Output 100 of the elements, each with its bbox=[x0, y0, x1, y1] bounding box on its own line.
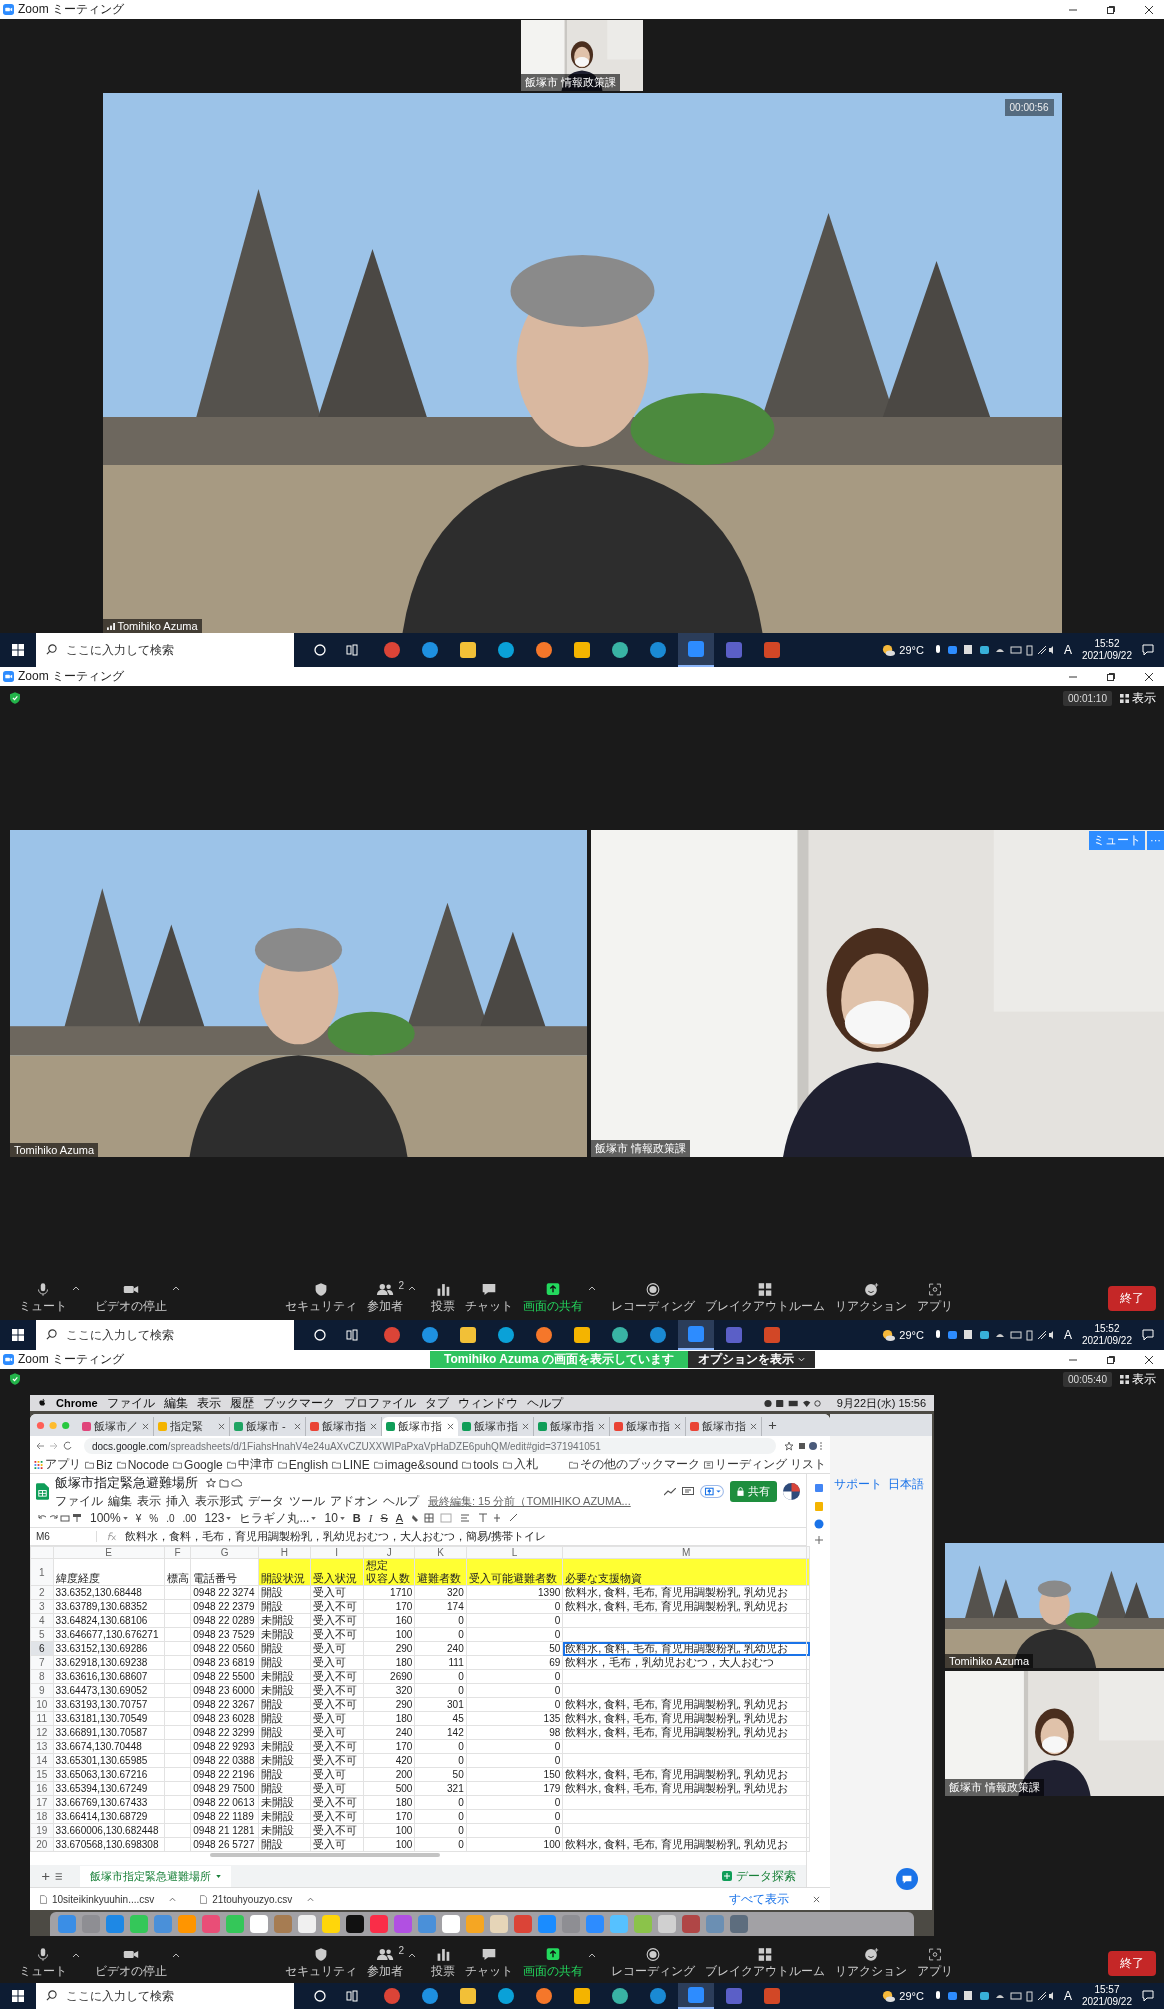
toolbar-button[interactable]: セキュリティ bbox=[280, 1946, 362, 1980]
caret-icon[interactable] bbox=[72, 1286, 80, 1291]
toolbar-button[interactable]: 投票 bbox=[426, 1281, 460, 1315]
explore-button[interactable]: データ探索 bbox=[722, 1867, 796, 1885]
notification-icon[interactable] bbox=[1142, 1329, 1154, 1341]
side-panel-icons-drawing[interactable] bbox=[813, 1484, 824, 1544]
avatar-icon[interactable] bbox=[783, 1483, 800, 1500]
view-button[interactable]: 表示 bbox=[1120, 689, 1156, 707]
browser-tab[interactable]: 飯塚市指 bbox=[686, 1417, 762, 1436]
toolbar-button[interactable]: ミュート bbox=[14, 1946, 72, 1980]
bookmark[interactable]: 中津市 bbox=[226, 1456, 274, 1473]
input-mode[interactable]: A bbox=[1063, 643, 1072, 657]
menu-item[interactable]: 挿入 bbox=[166, 1492, 190, 1510]
format-button[interactable]: ヒラギノ丸... bbox=[239, 1509, 317, 1527]
circle-icon[interactable] bbox=[314, 644, 326, 656]
sheet-tab[interactable]: 飯塚市指定緊急避難場所 bbox=[80, 1865, 231, 1887]
toolbar-button[interactable]: レコーディング bbox=[606, 1281, 700, 1315]
view-button[interactable]: 表示 bbox=[1120, 1370, 1156, 1388]
toolbar-button[interactable]: 画面の共有 bbox=[518, 1946, 588, 1980]
shield-icon[interactable] bbox=[10, 1373, 20, 1385]
search-field[interactable]: ここに入力して検索 bbox=[36, 1983, 294, 2009]
format-button[interactable]: I bbox=[368, 1512, 373, 1524]
caret-icon[interactable] bbox=[172, 1953, 180, 1958]
temperature[interactable]: 29°C bbox=[899, 644, 924, 656]
input-mode[interactable]: A bbox=[1063, 1328, 1072, 1342]
document-actions-icon[interactable] bbox=[206, 1477, 242, 1488]
toolbar-button[interactable]: 2 参加者 bbox=[362, 1281, 408, 1315]
windows-icon[interactable] bbox=[12, 1990, 24, 2002]
download-item[interactable]: 21touhyouzyo.csv bbox=[200, 1893, 315, 1905]
toolbar-button[interactable]: チャット bbox=[460, 1281, 518, 1315]
browser-tab[interactable]: 飯塚市／ bbox=[78, 1417, 154, 1436]
close-icon[interactable] bbox=[1144, 1354, 1154, 1365]
bookmark[interactable]: Nocode bbox=[116, 1457, 170, 1472]
input-mode[interactable]: A bbox=[1063, 1989, 1072, 2003]
toolbar-button[interactable]: リアクション bbox=[830, 1281, 912, 1315]
caret-icon[interactable] bbox=[408, 1286, 416, 1291]
browser-tab[interactable]: 飯塚市指 bbox=[458, 1417, 534, 1436]
search-field[interactable]: ここに入力して検索 bbox=[36, 1320, 294, 1350]
taskbar-app[interactable] bbox=[678, 1320, 714, 1350]
menu-item[interactable]: タブ bbox=[424, 1394, 449, 1412]
menu-item[interactable]: ウィンドウ bbox=[457, 1394, 518, 1412]
column-header[interactable]: J bbox=[363, 1546, 415, 1559]
bookmark[interactable]: アプリ bbox=[34, 1456, 81, 1473]
circle-icon[interactable] bbox=[314, 1990, 326, 2002]
toolbar-button[interactable]: 画面の共有 bbox=[518, 1281, 588, 1315]
menu-item[interactable]: プロファイル bbox=[343, 1394, 416, 1412]
shield-icon[interactable] bbox=[10, 692, 20, 704]
column-header[interactable]: M bbox=[562, 1546, 810, 1559]
sun-cloud-icon[interactable] bbox=[882, 1328, 896, 1342]
menu-item[interactable]: データ bbox=[248, 1492, 284, 1510]
formula-text[interactable]: 飲料水，食料，毛布，育児用調製粉乳，乳幼児おむつ，大人おむつ，簡易/携帯トイレ bbox=[125, 1529, 547, 1544]
toolbar-button[interactable]: 2 参加者 bbox=[362, 1946, 408, 1980]
sun-cloud-icon[interactable] bbox=[882, 643, 896, 657]
last-edit-link[interactable]: 最終編集: 15 分前（TOMIHIKO AZUMA... bbox=[428, 1493, 631, 1509]
format-button[interactable]: % bbox=[149, 1512, 159, 1524]
menu-item[interactable]: 編集 bbox=[108, 1492, 132, 1510]
extension-icons-drawing[interactable] bbox=[784, 1441, 824, 1451]
menu-item[interactable]: 履歴 bbox=[229, 1394, 254, 1412]
bookmark[interactable]: image&sound bbox=[373, 1457, 459, 1472]
task-view-icon[interactable] bbox=[346, 644, 358, 656]
clock-time[interactable]: 15:57 bbox=[1094, 1984, 1120, 1996]
trend-icon[interactable] bbox=[664, 1487, 676, 1496]
restore-icon[interactable] bbox=[1106, 4, 1116, 15]
clock-time[interactable]: 15:52 bbox=[1094, 638, 1120, 650]
format-button[interactable]: ¥ bbox=[135, 1512, 142, 1524]
caret-icon[interactable] bbox=[408, 1953, 416, 1958]
sheet-controls-icon[interactable] bbox=[40, 1871, 64, 1881]
toolbar-button[interactable]: アプリ bbox=[912, 1946, 958, 1980]
format-button[interactable]: 123 bbox=[204, 1511, 232, 1525]
format-button[interactable]: .00 bbox=[182, 1512, 197, 1524]
search-field[interactable]: ここに入力して検索 bbox=[36, 633, 294, 667]
comment-icon[interactable] bbox=[682, 1486, 694, 1497]
temperature[interactable]: 29°C bbox=[899, 1329, 924, 1341]
end-button[interactable]: 終了 bbox=[1108, 1285, 1156, 1311]
row-number[interactable]: 1 bbox=[30, 1558, 54, 1586]
column-header[interactable]: H bbox=[258, 1546, 310, 1559]
edit-tools-drawing[interactable] bbox=[38, 1513, 82, 1523]
close-icon[interactable] bbox=[447, 1423, 454, 1430]
toolbar-button[interactable]: アプリ bbox=[912, 1281, 958, 1315]
bookmark[interactable]: その他のブックマーク bbox=[568, 1456, 700, 1473]
format-button[interactable]: 10 bbox=[324, 1511, 345, 1525]
circle-icon[interactable] bbox=[314, 1329, 326, 1341]
browser-tab[interactable]: 飯塚市指 bbox=[382, 1417, 458, 1436]
share-button[interactable]: 共有 bbox=[730, 1481, 777, 1502]
tray-icons-drawing[interactable] bbox=[933, 1329, 1054, 1341]
column-header[interactable]: I bbox=[310, 1546, 364, 1559]
chat-icon[interactable] bbox=[896, 1868, 918, 1890]
column-header[interactable]: K bbox=[414, 1546, 467, 1559]
download-item[interactable]: 10siteikinkyuuhin....csv bbox=[40, 1893, 177, 1905]
notification-icon[interactable] bbox=[1142, 644, 1154, 656]
close-icon[interactable] bbox=[1144, 671, 1154, 682]
bookmark[interactable]: LINE bbox=[332, 1457, 370, 1472]
taskbar-app[interactable] bbox=[678, 633, 714, 667]
task-view-icon[interactable] bbox=[346, 1329, 358, 1341]
bookmark[interactable]: リーディング リスト bbox=[703, 1456, 826, 1473]
bookmark[interactable]: Google bbox=[173, 1457, 223, 1472]
temperature[interactable]: 29°C bbox=[899, 1990, 924, 2002]
menu-item[interactable]: アドオン bbox=[330, 1492, 378, 1510]
browser-tab[interactable]: 飯塚市 - bbox=[230, 1417, 306, 1436]
toolbar-button[interactable]: レコーディング bbox=[606, 1946, 700, 1980]
